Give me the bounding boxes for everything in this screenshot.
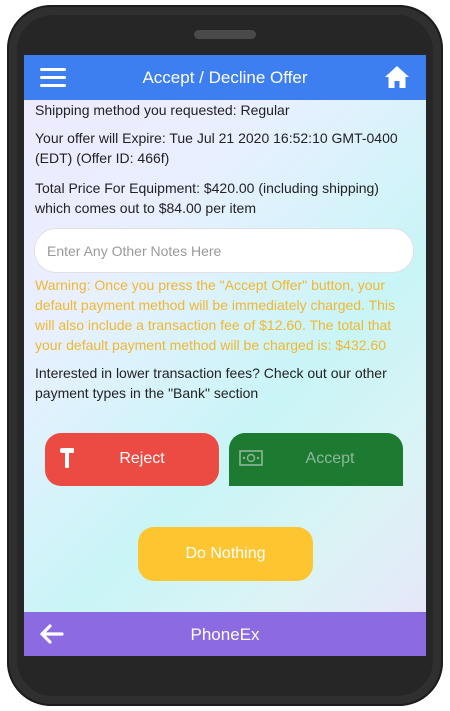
page-title: Accept / Decline Offer xyxy=(142,68,308,87)
arrow-left-icon[interactable] xyxy=(39,624,65,644)
offer-expiration-text: Your offer will Expire: Tue Jul 21 2020 … xyxy=(35,130,398,166)
phone-speaker xyxy=(194,30,256,39)
bottom-navbar: PhoneEx xyxy=(24,612,426,656)
payment-warning-text: Warning: Once you press the "Accept Offe… xyxy=(35,277,396,353)
total-price-text: Total Price For Equipment: $420.00 (incl… xyxy=(35,180,379,216)
home-icon[interactable] xyxy=(384,65,410,89)
shipping-method-text: Shipping method you requested: Regular xyxy=(35,102,290,118)
transaction-fees-info-text: Interested in lower transaction fees? Ch… xyxy=(35,365,387,401)
do-nothing-button[interactable]: Do Nothing xyxy=(138,527,313,581)
notes-input[interactable] xyxy=(34,228,414,273)
app-screen: Accept / Decline Offer Shipping method y… xyxy=(24,55,426,656)
top-navbar: Accept / Decline Offer xyxy=(24,55,426,100)
reject-button-label: Reject xyxy=(119,450,165,467)
accept-button[interactable]: Accept xyxy=(229,433,403,486)
money-icon xyxy=(239,450,263,466)
app-name: PhoneEx xyxy=(190,625,260,644)
hamburger-menu-icon[interactable] xyxy=(40,68,66,88)
reject-button[interactable]: Reject xyxy=(45,433,219,486)
